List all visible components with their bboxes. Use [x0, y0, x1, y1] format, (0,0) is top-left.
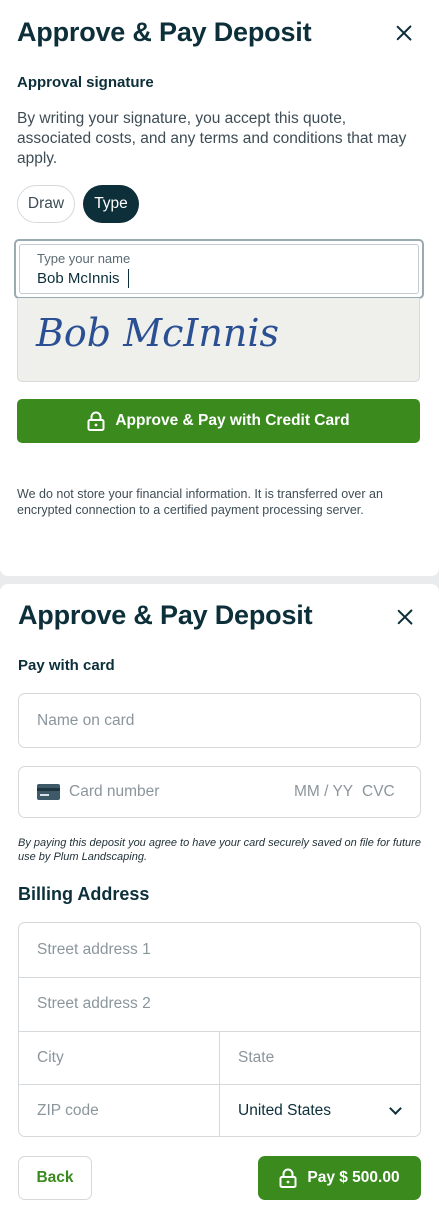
tab-type[interactable]: Type	[83, 185, 139, 223]
street1-input[interactable]: Street address 1	[19, 923, 420, 977]
name-field[interactable]: Type your name Bob McInnis	[14, 239, 424, 299]
name-on-card-input[interactable]: Name on card	[18, 693, 421, 748]
expiry-input[interactable]: MM / YY	[294, 783, 353, 801]
panel-title: Approve & Pay Deposit	[18, 600, 313, 630]
lock-icon	[279, 1168, 297, 1188]
pay-with-card-heading: Pay with card	[18, 657, 115, 674]
divider	[219, 1031, 220, 1136]
name-field-label: Type your name	[37, 251, 131, 266]
panel-title: Approve & Pay Deposit	[17, 17, 312, 47]
signature-svg: Bob McInnis	[35, 311, 279, 355]
billing-heading: Billing Address	[18, 884, 150, 904]
consent-note: By paying this deposit you agree to have…	[18, 837, 421, 863]
country-select[interactable]: United States	[220, 1084, 420, 1136]
card-details-field[interactable]: Card number MM / YY CVC	[18, 766, 421, 818]
signature-text: Bob McInnis	[35, 311, 279, 355]
street1-placeholder: Street address 1	[37, 941, 151, 958]
lock-icon	[87, 411, 105, 431]
text-caret	[128, 269, 129, 288]
approve-pay-button[interactable]: Approve & Pay with Credit Card	[17, 399, 420, 443]
name-on-card-placeholder: Name on card	[37, 711, 135, 729]
zip-placeholder: ZIP code	[37, 1102, 99, 1119]
section-heading: Approval signature	[17, 74, 154, 91]
state-input[interactable]: State	[220, 1031, 420, 1084]
card-number-input[interactable]: Card number	[69, 783, 159, 801]
chevron-down-icon	[389, 1102, 402, 1115]
name-field-value[interactable]: Bob McInnis	[37, 270, 120, 287]
credit-card-icon	[37, 784, 60, 800]
close-icon[interactable]	[392, 21, 416, 45]
instructions-text: By writing your signature, you accept th…	[17, 110, 407, 167]
street2-placeholder: Street address 2	[37, 995, 151, 1012]
close-icon[interactable]	[393, 605, 417, 629]
tab-draw[interactable]: Draw	[17, 185, 75, 223]
zip-input[interactable]: ZIP code	[19, 1084, 219, 1136]
state-placeholder: State	[238, 1048, 275, 1066]
back-button[interactable]: Back	[18, 1156, 92, 1200]
approve-pay-label: Approve & Pay with Credit Card	[115, 412, 350, 429]
signature-panel: Approve & Pay Deposit Approval signature…	[0, 0, 439, 576]
payment-panel: Approve & Pay Deposit Pay with card Name…	[0, 584, 439, 1216]
cvc-input[interactable]: CVC	[362, 783, 395, 801]
street2-input[interactable]: Street address 2	[19, 977, 420, 1031]
city-placeholder: City	[37, 1048, 64, 1066]
billing-address-form: Street address 1 Street address 2 City S…	[18, 922, 421, 1137]
pay-button-label: Pay $ 500.00	[307, 1169, 400, 1186]
country-value: United States	[238, 1102, 332, 1119]
security-note: We do not store your financial informati…	[17, 487, 383, 517]
name-input[interactable]: Type your name Bob McInnis	[19, 244, 419, 294]
pay-button[interactable]: Pay $ 500.00	[258, 1156, 421, 1200]
city-input[interactable]: City	[19, 1031, 219, 1084]
signature-preview: Bob McInnis	[17, 298, 420, 382]
